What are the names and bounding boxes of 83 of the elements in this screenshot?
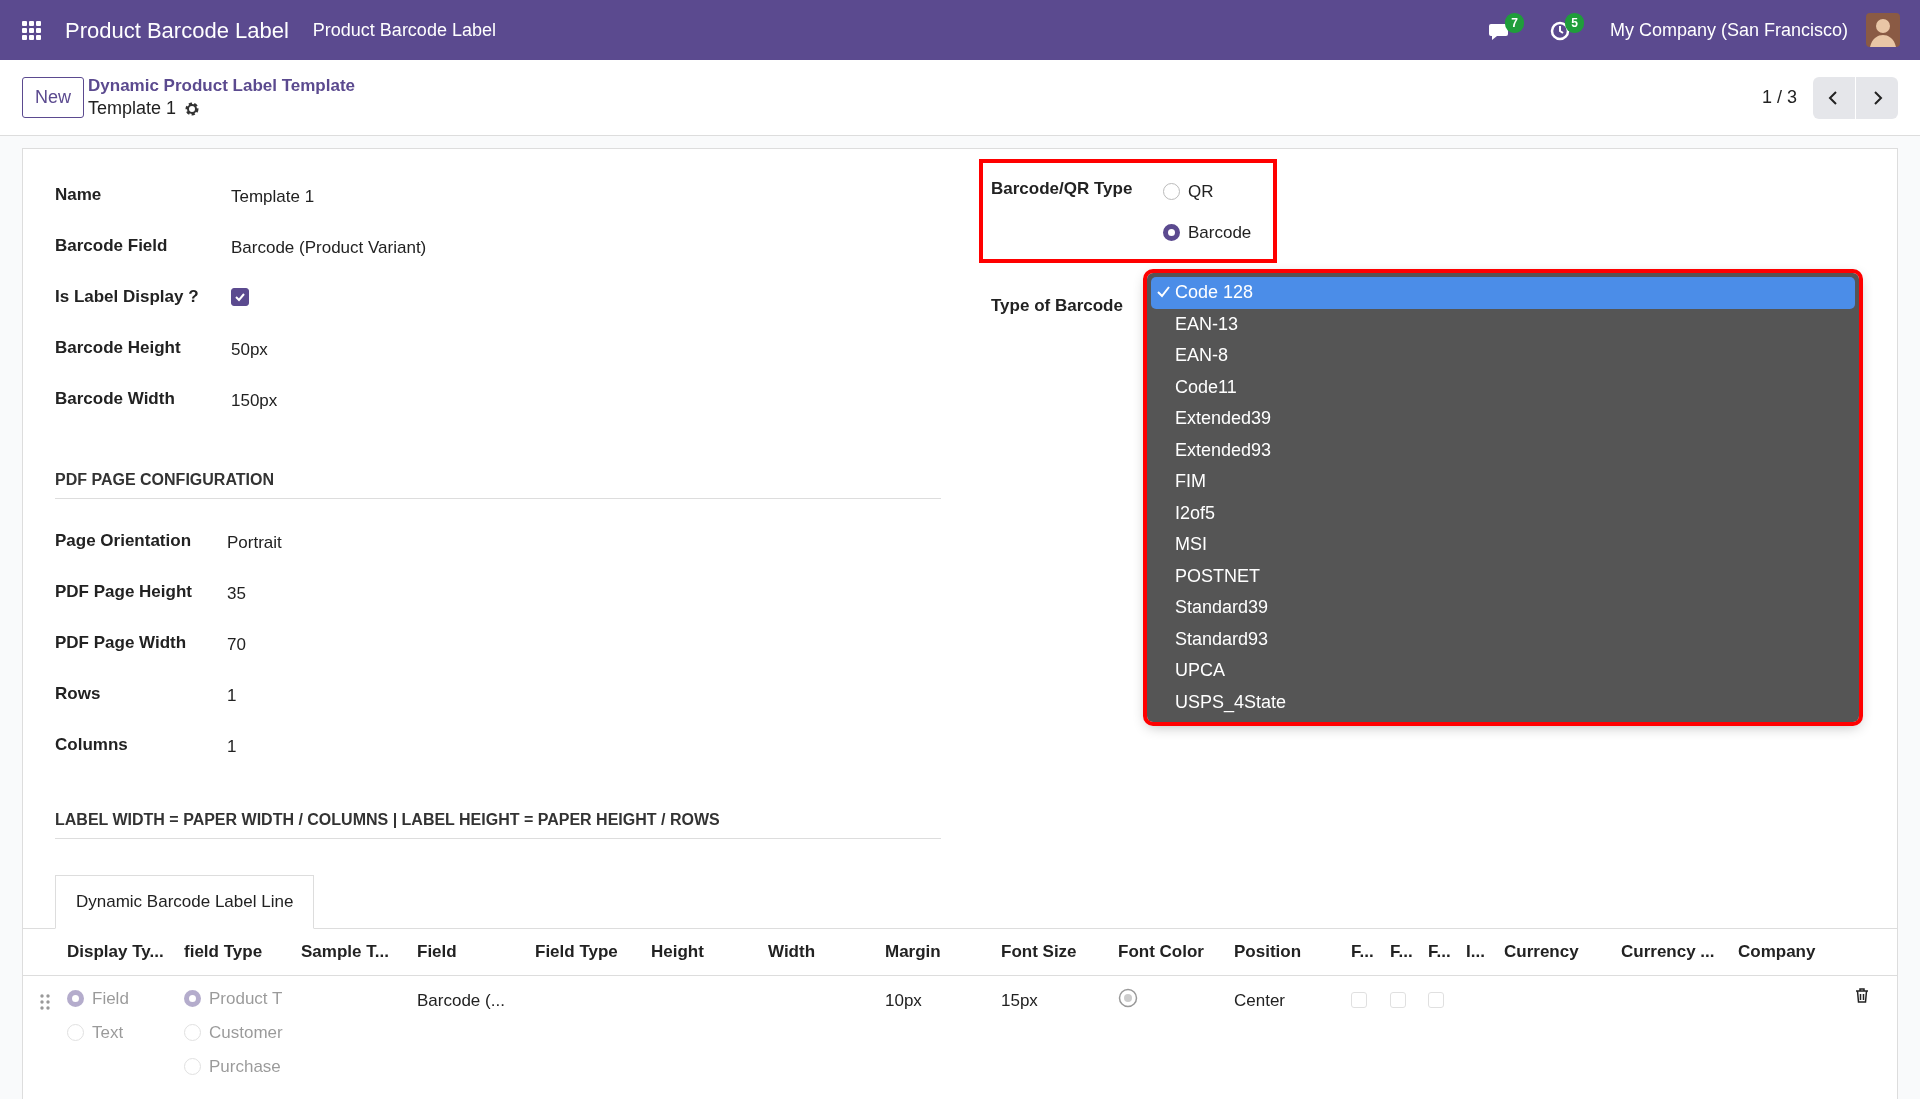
user-avatar[interactable]: [1866, 13, 1900, 47]
column-header[interactable]: Field Type: [535, 938, 651, 965]
section-heading: LABEL WIDTH = PAPER WIDTH / COLUMNS | LABEL HEIGHT = PAPER HEIGHT / ROWS: [55, 808, 941, 839]
field-value[interactable]: 150px: [231, 383, 278, 414]
previous-button[interactable]: [1813, 76, 1855, 119]
clock-icon[interactable]: [1549, 20, 1570, 41]
column-header[interactable]: Sample T...: [301, 938, 417, 965]
column-header[interactable]: Display Ty...: [67, 938, 184, 965]
column-header[interactable]: Height: [651, 938, 768, 965]
field-label: Rows: [55, 682, 102, 705]
breadcrumb-link[interactable]: Dynamic Product Label Template: [88, 74, 356, 97]
field-value[interactable]: 50px: [231, 332, 268, 363]
field-label: PDF Page Height: [55, 580, 193, 603]
field-value[interactable]: 1: [227, 678, 237, 709]
dropdown-option[interactable]: Extended93: [1150, 434, 1855, 466]
apps-menu-icon[interactable]: [22, 20, 41, 40]
field-value[interactable]: 1: [227, 729, 237, 760]
field-value[interactable]: Barcode (Product Variant): [231, 230, 427, 261]
message-count-badge: 7: [1505, 13, 1524, 34]
column-header[interactable]: Currency ...: [1621, 938, 1738, 965]
field-value[interactable]: Portrait: [227, 525, 282, 556]
dropdown-option[interactable]: Code11: [1150, 371, 1855, 403]
radio-label[interactable]: Barcode: [1188, 219, 1252, 246]
column-header[interactable]: Font Color: [1118, 938, 1234, 965]
dropdown-option[interactable]: UPCA: [1150, 655, 1855, 687]
field-value[interactable]: 35: [227, 576, 246, 607]
section-heading: PDF PAGE CONFIGURATION: [55, 468, 941, 499]
pager-value: 1 / 3: [1761, 86, 1797, 109]
dropdown-option[interactable]: Extended39: [1150, 403, 1855, 435]
color-picker-icon[interactable]: [1118, 988, 1138, 1008]
column-header[interactable]: I...: [1466, 938, 1504, 965]
dropdown-option[interactable]: EAN-8: [1150, 340, 1855, 372]
field-value[interactable]: Template 1: [231, 179, 315, 210]
trash-icon[interactable]: [1855, 987, 1869, 1003]
tab[interactable]: Dynamic Barcode Label Line: [55, 875, 315, 929]
field-label: Columns: [55, 733, 129, 756]
column-header[interactable]: Position: [1234, 938, 1351, 965]
dropdown-option[interactable]: POSTNET: [1150, 560, 1855, 592]
dropdown-option[interactable]: MSI: [1150, 529, 1855, 561]
field-label: Barcode Height: [55, 336, 182, 359]
radio-button[interactable]: [1163, 224, 1180, 241]
new-button[interactable]: New: [22, 77, 84, 118]
field-label: Barcode/QR Type: [991, 178, 1134, 200]
field-label: Type of Barcode: [990, 295, 1123, 317]
dropdown-option[interactable]: I2of5: [1150, 497, 1855, 529]
field-label: Barcode Width: [55, 387, 176, 410]
dropdown-option[interactable]: FIM: [1150, 466, 1855, 498]
column-header[interactable]: F...: [1390, 938, 1428, 965]
radio-button[interactable]: [1163, 183, 1180, 200]
field-label: Page Orientation: [55, 529, 193, 552]
column-header[interactable]: Company: [1738, 938, 1855, 965]
dropdown-option[interactable]: EAN-13: [1150, 308, 1855, 340]
dropdown-option[interactable]: USPS_4State: [1150, 686, 1855, 718]
table-cell-text: 15px: [1001, 989, 1039, 1012]
column-header[interactable]: F...: [1428, 938, 1466, 965]
radio-label[interactable]: QR: [1188, 178, 1214, 205]
column-header[interactable]: Field: [417, 938, 535, 965]
menu-item[interactable]: Product Barcode Label: [312, 16, 496, 44]
app-name[interactable]: Product Barcode Label: [65, 13, 289, 47]
field-label: Barcode Field: [55, 234, 169, 257]
drag-handle-icon[interactable]: [40, 993, 50, 1010]
column-header[interactable]: Width: [768, 938, 885, 965]
column-header[interactable]: Currency: [1504, 938, 1621, 965]
record-title: Template 1: [88, 96, 177, 120]
check-icon: [1156, 285, 1170, 298]
checkbox[interactable]: [231, 287, 249, 306]
column-header[interactable]: Margin: [885, 938, 1001, 965]
table-cell-text: Center: [1234, 989, 1287, 1012]
column-header[interactable]: Font Size: [1001, 938, 1118, 965]
field-label: Name: [55, 183, 103, 206]
activity-count-badge: 5: [1565, 13, 1584, 34]
dropdown-option[interactable]: Standard93: [1150, 623, 1855, 655]
column-header[interactable]: F...: [1351, 938, 1390, 965]
field-label: Is Label Display ?: [55, 285, 200, 308]
column-header[interactable]: field Type: [184, 938, 301, 965]
table-cell-text: 10px: [885, 989, 923, 1012]
dropdown-option[interactable]: Standard39: [1150, 592, 1855, 624]
field-label: PDF Page Width: [55, 631, 188, 654]
field-value[interactable]: 70: [227, 627, 246, 658]
company-switcher[interactable]: My Company (San Francisco): [1609, 16, 1848, 44]
settings-icon[interactable]: [184, 100, 201, 117]
table-cell-text: Barcode (...: [417, 989, 506, 1012]
next-button[interactable]: [1856, 76, 1898, 119]
